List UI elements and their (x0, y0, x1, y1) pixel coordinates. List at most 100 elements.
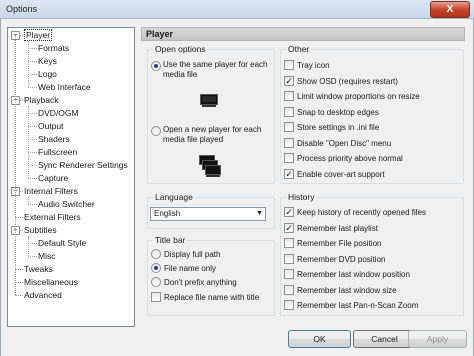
checkbox-option[interactable]: Limit window proportions on resize (284, 91, 420, 102)
radio-new-player[interactable]: Open a new player for each media file pl… (151, 125, 271, 149)
tree-item-label: Advanced (24, 290, 62, 300)
checkbox-option[interactable]: Store settings in .ini file (284, 122, 379, 133)
tree-item-label: Miscellaneous (24, 277, 78, 287)
checkbox-option[interactable]: ✓ Enable cover-art support (284, 168, 385, 180)
language-title: Language (153, 192, 195, 203)
tree-item-label: Audio Switcher (38, 199, 95, 209)
radio-file-name-only[interactable]: File name only (151, 263, 216, 274)
checkbox-label: Store settings in .ini file (297, 123, 380, 132)
tree-item-label: External Filters (24, 212, 81, 222)
radio-indicator (151, 263, 161, 273)
tree-item-label: Logo (38, 69, 57, 79)
checkbox-label: Remember DVD position (297, 254, 386, 264)
checkbox-option[interactable]: ✓ Keep history of recently opened files (284, 207, 426, 218)
tree-item-label: Shaders (38, 134, 70, 144)
tree-item[interactable]: Playback (24, 94, 59, 107)
checkbox-label: Show OSD (requires restart) (297, 76, 398, 86)
tree-item[interactable]: Keys (38, 55, 57, 68)
tree-item[interactable]: Advanced (24, 289, 62, 302)
checkbox-option[interactable]: ✓ Remember last playlist (284, 222, 378, 234)
tree-item-label: Sync Renderer Settings (38, 160, 128, 170)
checkbox-label: Disable "Open Disc" menu (297, 138, 392, 148)
checkbox-option[interactable]: Disable "Open Disc" menu (284, 137, 392, 149)
checkbox-box (284, 253, 294, 264)
tree-item[interactable]: Shaders (38, 133, 70, 146)
tree-connector (28, 197, 29, 204)
checkbox-box (284, 122, 294, 132)
tree-connector (28, 126, 37, 127)
tree-item[interactable]: Formats (38, 42, 69, 55)
tree-connector (28, 139, 37, 140)
checkbox-option[interactable]: Remember last window position (284, 269, 410, 280)
checkbox-label: Remember File position (297, 239, 382, 248)
checkbox-replace-file-name[interactable]: Replace file name with title (151, 292, 259, 303)
checkbox-box (284, 91, 294, 101)
close-button[interactable]: X (430, 1, 470, 18)
checkbox-box (284, 106, 294, 117)
checkbox-option[interactable]: Process priority above normal (284, 153, 403, 164)
radio-new-player-label: Open a new player for each media file pl… (163, 125, 262, 144)
tree-connector (15, 269, 23, 270)
checkbox-label: Keep history of recently opened files (297, 208, 426, 217)
tree-item[interactable]: Audio Switcher (38, 198, 95, 211)
tree-item[interactable]: Internal Filters (24, 185, 78, 198)
options-tree[interactable]: Player − Formats Keys Logo Web Interface Playb… (7, 27, 135, 327)
tree-item[interactable]: Logo (38, 68, 57, 81)
radio-same-player[interactable]: Use the same player for each media file (151, 60, 271, 84)
language-select[interactable]: English ▼ (150, 207, 266, 221)
tree-connector (28, 165, 37, 166)
tree-item[interactable]: DVD/OGM (38, 107, 79, 120)
tree-item-label: Player (24, 29, 53, 41)
checkbox-option[interactable]: Snap to desktop edges (284, 106, 379, 118)
tree-connector (28, 178, 37, 179)
checkbox-label: Remember last window size (297, 285, 397, 295)
checkbox-option[interactable]: Remember last window size (284, 284, 397, 296)
checkbox-option[interactable]: Tray icon (284, 60, 330, 71)
history-title: History (286, 192, 317, 203)
checkbox-box (151, 292, 161, 302)
tree-item[interactable]: Sync Renderer Settings (38, 159, 128, 172)
tree-item[interactable]: Tweaks (24, 263, 53, 276)
radio-dont-prefix[interactable]: Don't prefix anything (151, 277, 237, 288)
tree-item[interactable]: Default Style (38, 237, 86, 250)
tree-item-label: Default Style (38, 238, 87, 248)
checkbox-box (284, 60, 294, 70)
tree-item[interactable]: Capture (38, 172, 68, 185)
checkbox-option[interactable]: Remember last Pan-n-Scan Zoom (284, 300, 418, 311)
tree-item-label: Output (38, 121, 64, 131)
checkbox-label: Remember last Pan-n-Scan Zoom (297, 301, 419, 310)
cancel-button[interactable]: Cancel (353, 330, 416, 348)
tree-connector (28, 61, 37, 62)
apply-button[interactable]: Apply (408, 330, 467, 348)
tree-item[interactable]: Miscellaneous (24, 276, 78, 289)
ok-button[interactable]: OK (288, 330, 351, 348)
tree-connector (28, 106, 29, 178)
tree-item-label: Internal Filters (24, 186, 78, 196)
radio-display-full-path[interactable]: Display full path (151, 249, 220, 260)
tree-connector (28, 113, 37, 114)
title-bar-title: Title bar (153, 235, 188, 246)
checkbox-label: Enable cover-art support (297, 169, 385, 179)
tree-item[interactable]: Web Interface (38, 81, 91, 94)
tree-item-label: DVD/OGM (38, 108, 79, 118)
checkbox-label: Snap to desktop edges (297, 107, 379, 117)
checkbox-option[interactable]: Remember File position (284, 238, 381, 249)
tree-item[interactable]: Misc (38, 250, 55, 263)
other-title: Other (286, 44, 312, 55)
checkbox-box (284, 300, 294, 310)
checkbox-label: Replace file name with title (164, 293, 260, 302)
radio-indicator (151, 61, 161, 71)
checkbox-option[interactable]: Remember DVD position (284, 253, 386, 265)
tree-item-label: Keys (38, 56, 57, 66)
tree-item-label: Playback (24, 95, 59, 105)
tree-connector (15, 35, 16, 295)
checkbox-option[interactable]: ✓ Show OSD (requires restart) (284, 75, 398, 87)
tree-item[interactable]: Output (38, 120, 64, 133)
tree-item[interactable]: External Filters (24, 211, 81, 224)
tree-item[interactable]: Fullscreen (38, 146, 77, 159)
tree-connector (28, 152, 37, 153)
window-title: Options (6, 4, 38, 14)
tree-item-label: Web Interface (38, 82, 91, 92)
checkbox-label: Limit window proportions on resize (297, 92, 420, 101)
tree-connector (28, 256, 37, 257)
